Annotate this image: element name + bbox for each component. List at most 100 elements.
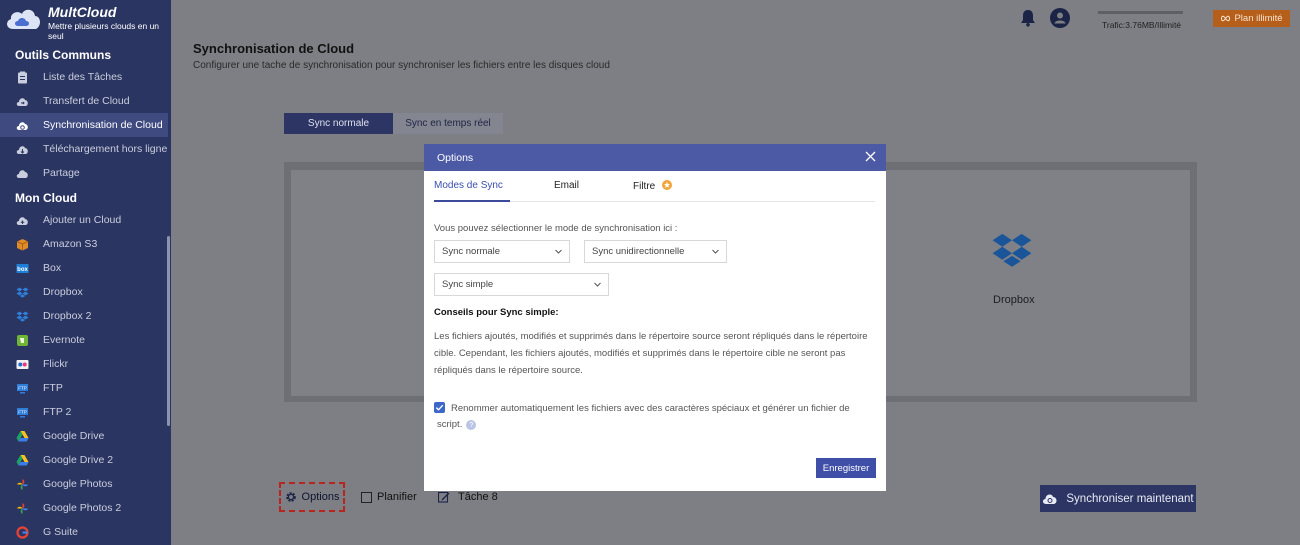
bell-icon[interactable] (1020, 9, 1036, 27)
page-title: Synchronisation de Cloud (193, 41, 355, 56)
close-icon[interactable] (865, 151, 876, 162)
google-drive-icon (16, 430, 29, 441)
sidebar-item-cloud-sync[interactable]: Synchronisation de Cloud (0, 113, 168, 137)
premium-star-icon (662, 180, 673, 190)
sidebar-item-ftp[interactable]: FTP FTP (0, 376, 168, 400)
sidebar-item-share[interactable]: Partage (0, 161, 168, 185)
sidebar-item-google-photos-2[interactable]: Google Photos 2 (0, 496, 168, 520)
cloud-sync-icon (16, 121, 28, 130)
active-tab-indicator (434, 200, 510, 202)
rename-label: Renommer automatiquement les fichiers av… (437, 403, 850, 430)
sync-direction-select[interactable]: Sync unidirectionnelle (584, 240, 727, 263)
sidebar-item-label: Google Drive 2 (43, 454, 114, 466)
sidebar-item-task-list[interactable]: Liste des Tâches (0, 65, 168, 89)
sidebar-item-box[interactable]: box Box (0, 256, 168, 280)
tab-sync-realtime[interactable]: Sync en temps réel (393, 113, 503, 134)
sidebar-item-label: Box (43, 262, 62, 274)
tab-email[interactable]: Email (554, 180, 579, 191)
sidebar-item-g-suite[interactable]: G Suite (0, 520, 168, 544)
rename-option: Renommer automatiquement les fichiers av… (437, 401, 867, 433)
share-icon (16, 169, 28, 178)
dropbox-icon (16, 311, 29, 322)
task-label: Tâche 8 (458, 491, 498, 503)
sidebar-item-label: Synchronisation de Cloud (43, 119, 163, 131)
amazon-s3-icon (16, 238, 29, 250)
sync-now-label: Synchroniser maintenant (1066, 492, 1194, 505)
sidebar-item-google-drive-2[interactable]: Google Drive 2 (0, 448, 168, 472)
g-suite-icon (16, 525, 29, 539)
dropbox-icon (992, 233, 1032, 267)
options-button[interactable]: Options (279, 482, 345, 512)
edit-icon (438, 491, 450, 503)
sidebar: MultCloud Mettre plusieurs clouds en un … (0, 0, 171, 545)
section-title-my-cloud: Mon Cloud (15, 191, 77, 205)
sidebar-item-add-cloud[interactable]: Ajouter un Cloud (0, 208, 168, 232)
sidebar-item-ftp-2[interactable]: FTP FTP 2 (0, 400, 168, 424)
sidebar-item-label: Google Photos (43, 478, 113, 490)
logo-name: MultCloud (48, 4, 117, 20)
sidebar-item-flickr[interactable]: Flickr (0, 352, 168, 376)
google-photos-icon (17, 502, 28, 514)
sidebar-scrollbar[interactable] (167, 236, 170, 426)
page-subtitle: Configurer une tache de synchronisation … (193, 60, 610, 71)
plan-button[interactable]: Plan illimité (1213, 10, 1290, 27)
select-value: Sync simple (442, 279, 494, 290)
logo[interactable]: MultCloud Mettre plusieurs clouds en un … (0, 0, 171, 44)
ftp-icon: FTP (17, 383, 28, 393)
save-button[interactable]: Enregistrer (816, 458, 876, 478)
gear-icon (285, 492, 296, 502)
task-name[interactable]: Tâche 8 (438, 491, 498, 503)
ftp-icon: FTP (17, 407, 28, 417)
tab-filter[interactable]: Filtre (633, 180, 673, 192)
user-avatar-icon[interactable] (1050, 8, 1070, 28)
cloud-transfer-icon (16, 97, 28, 106)
sidebar-item-offline-download[interactable]: Téléchargement hors ligne (0, 137, 168, 161)
dialog-header: Options (424, 144, 886, 171)
sidebar-item-label: Google Photos 2 (43, 502, 122, 514)
clipboard-icon (18, 71, 27, 83)
tips-text: Les fichiers ajoutés, modifiés et suppri… (434, 331, 868, 376)
sidebar-item-label: Transfert de Cloud (43, 95, 130, 107)
sidebar-item-label: Liste des Tâches (43, 71, 123, 83)
tab-sync-normal[interactable]: Sync normale (284, 113, 393, 134)
sync-now-button[interactable]: Synchroniser maintenant (1040, 485, 1196, 512)
section-title-tools: Outils Communs (15, 48, 112, 62)
schedule-label: Planifier (377, 491, 417, 503)
sidebar-item-cloud-transfer[interactable]: Transfert de Cloud (0, 89, 168, 113)
infinity-icon (1221, 15, 1231, 22)
help-icon[interactable]: ? (466, 420, 477, 430)
dialog-tabs: Modes de Sync Email Filtre (434, 171, 875, 202)
top-header: Trafic:3.76MB/Illimité Plan illimité (171, 0, 1300, 36)
sidebar-item-google-drive[interactable]: Google Drive (0, 424, 168, 448)
chevron-down-icon (594, 282, 601, 287)
flickr-icon (16, 359, 29, 369)
evernote-icon (17, 334, 28, 346)
google-drive-icon (16, 454, 29, 465)
chevron-down-icon (555, 249, 562, 254)
person-icon (1054, 12, 1066, 24)
sidebar-item-label: Flickr (43, 358, 69, 370)
sidebar-item-google-photos[interactable]: Google Photos (0, 472, 168, 496)
target-cloud-label: Dropbox (993, 294, 1035, 306)
sidebar-item-amazon-s3[interactable]: Amazon S3 (0, 232, 168, 256)
select-value: Sync normale (442, 246, 501, 257)
traffic-progress-bar (1098, 11, 1183, 14)
svg-text:box: box (17, 267, 28, 273)
sidebar-item-evernote[interactable]: Evernote (0, 328, 168, 352)
sidebar-item-label: Ajouter un Cloud (43, 214, 122, 226)
sidebar-item-label: Evernote (43, 334, 86, 346)
add-cloud-icon (16, 216, 28, 225)
sync-type-select[interactable]: Sync normale (434, 240, 570, 263)
mode-intro-text: Vous pouvez sélectionner le mode de sync… (434, 223, 678, 234)
tab-sync-modes[interactable]: Modes de Sync (434, 180, 503, 191)
box-icon: box (16, 263, 29, 273)
sync-mode-select[interactable]: Sync simple (434, 273, 609, 296)
sidebar-item-label: Partage (43, 167, 80, 179)
sidebar-item-dropbox[interactable]: Dropbox (0, 280, 168, 304)
svg-text:FTP: FTP (18, 385, 27, 390)
sidebar-item-label: Dropbox 2 (43, 310, 92, 322)
sidebar-item-label: Amazon S3 (43, 238, 98, 250)
schedule-checkbox[interactable]: Planifier (361, 491, 417, 503)
sidebar-item-dropbox-2[interactable]: Dropbox 2 (0, 304, 168, 328)
dropbox-icon (16, 287, 29, 298)
